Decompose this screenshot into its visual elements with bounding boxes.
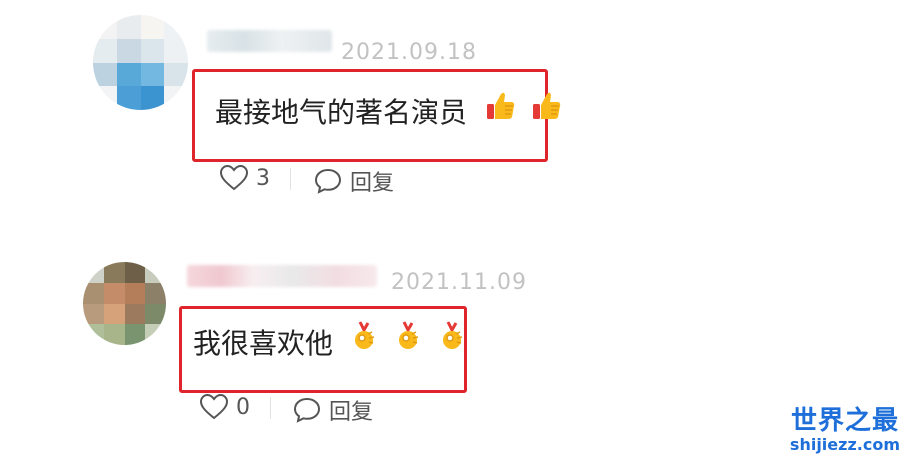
avatar-pixel: [103, 262, 125, 283]
emoji-group: [350, 320, 468, 352]
avatar-pixel: [145, 282, 166, 304]
comment-date: 2021.11.09: [391, 270, 527, 295]
avatar-pixel: [93, 15, 117, 39]
avatar-pixel: [164, 15, 188, 39]
like-count: 3: [256, 165, 270, 191]
avatar-pixel: [124, 282, 146, 304]
avatar-pixel: [164, 86, 188, 110]
avatar-pixel: [140, 86, 165, 110]
avatar-pixel: [140, 15, 165, 39]
avatar[interactable]: [93, 15, 188, 110]
comment-date: 2021.09.18: [341, 40, 477, 65]
avatar-pixel: [164, 62, 188, 87]
comment-item: 2021.09.18 最接地气的著名演员 3 回复: [0, 0, 908, 230]
avatar-pixel: [93, 38, 117, 63]
avatar-pixel: [116, 62, 141, 87]
heart-icon: [200, 394, 228, 420]
avatar-pixel: [145, 262, 166, 283]
avatar-pixel: [103, 282, 125, 304]
comment-text: 最接地气的著名演员: [215, 96, 468, 129]
like-button[interactable]: 3: [220, 165, 270, 191]
like-button[interactable]: 0: [200, 394, 250, 420]
avatar-pixel: [124, 324, 146, 345]
thumbs-up-icon: [532, 90, 562, 122]
heart-icon: [220, 165, 248, 191]
reply-label: 回复: [329, 400, 374, 425]
reply-button[interactable]: 回复: [293, 394, 373, 426]
comment-text: 我很喜欢他: [193, 327, 334, 360]
avatar-pixel: [145, 324, 166, 345]
avatar-pixel: [103, 303, 125, 325]
watermark-site: shijiezz.com: [789, 435, 900, 454]
avatar-pixel: [116, 38, 141, 63]
ok-hand-icon: [394, 320, 424, 352]
comment-item: 2021.11.09 我很喜欢他 0 回复: [0, 230, 908, 460]
like-count: 0: [236, 394, 250, 420]
avatar-pixel: [164, 38, 188, 63]
divider: [270, 397, 271, 419]
comment-bubble-icon: [314, 168, 342, 194]
reply-button[interactable]: 回复: [314, 165, 394, 197]
username-blurred[interactable]: [187, 265, 377, 287]
ok-hand-icon: [438, 320, 468, 352]
avatar-pixel: [116, 15, 141, 39]
avatar-pixel: [83, 303, 104, 325]
avatar-pixel: [116, 86, 141, 110]
reply-label: 回复: [350, 171, 395, 196]
avatar-pixel: [140, 62, 165, 87]
username-blurred[interactable]: [207, 30, 332, 52]
watermark-logo: 世界之最: [790, 406, 899, 436]
thumbs-up-icon: [486, 90, 516, 122]
watermark: 世界之最 shijiezz.com: [790, 406, 900, 454]
avatar-pixel: [145, 303, 166, 325]
avatar-pixel: [83, 282, 104, 304]
ok-hand-icon: [350, 320, 380, 352]
divider: [290, 168, 291, 190]
avatar-pixel: [83, 324, 104, 345]
avatar-pixel: [124, 262, 146, 283]
avatar-pixel: [140, 38, 165, 63]
avatar-pixel: [124, 303, 146, 325]
avatar-pixel: [93, 86, 117, 110]
avatar-pixel: [83, 262, 104, 283]
emoji-group: [486, 90, 562, 122]
avatar-pixel: [93, 62, 117, 87]
avatar[interactable]: [83, 262, 166, 345]
avatar-pixel: [103, 324, 125, 345]
comment-bubble-icon: [293, 397, 321, 423]
